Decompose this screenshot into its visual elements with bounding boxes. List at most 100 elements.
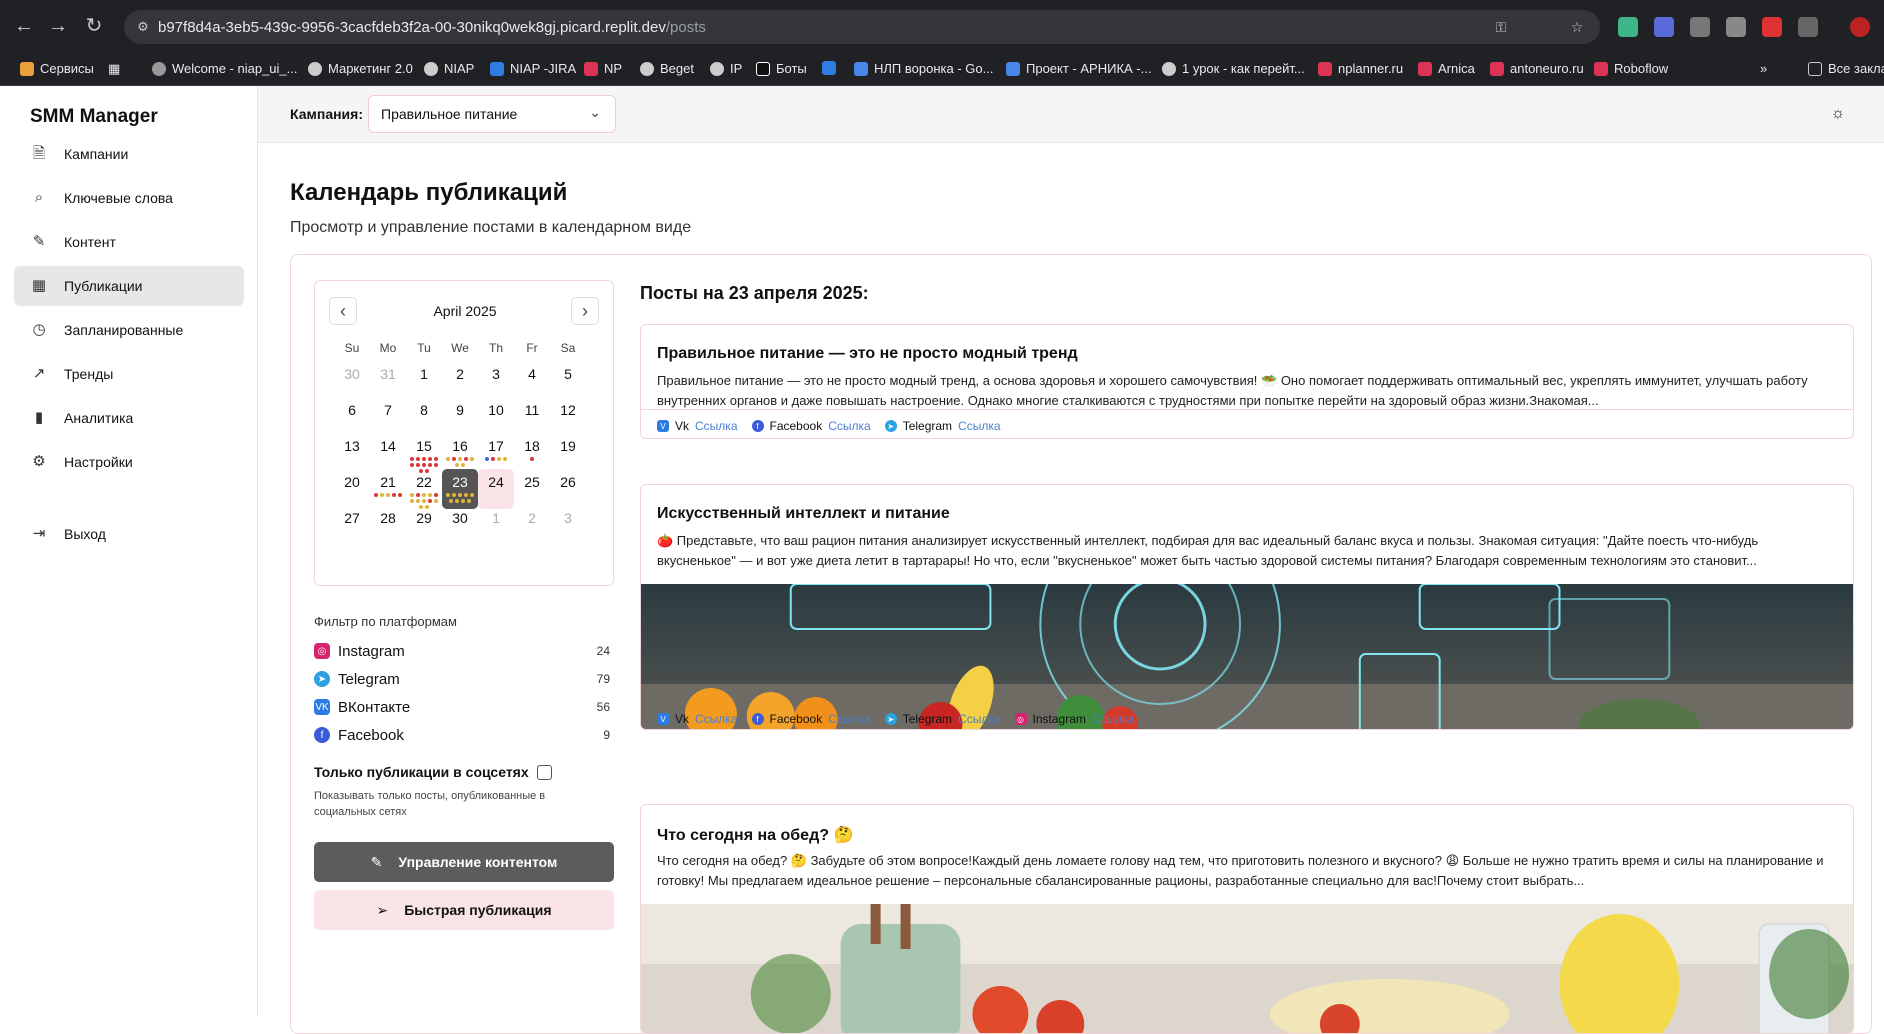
- post-link[interactable]: Ссылка: [695, 419, 737, 433]
- calendar-day[interactable]: 17: [478, 433, 514, 473]
- post-link[interactable]: Ссылка: [1092, 712, 1134, 726]
- sidebar-item-trends[interactable]: ↗ Тренды: [14, 354, 244, 394]
- bookmark[interactable]: NIAP: [424, 61, 474, 76]
- sidebar-item-settings[interactable]: ⚙ Настройки: [14, 442, 244, 482]
- bookmark[interactable]: 1 урок - как перейт...: [1162, 61, 1305, 76]
- bookmark[interactable]: NP: [584, 61, 622, 76]
- theme-toggle-icon[interactable]: ☼: [1828, 104, 1848, 124]
- calendar-day[interactable]: 9: [442, 397, 478, 437]
- extension-icon[interactable]: [1618, 17, 1638, 37]
- filter-facebook[interactable]: f Facebook 9: [314, 724, 610, 746]
- filter-instagram[interactable]: ◎ Instagram 24: [314, 640, 610, 662]
- apps-icon[interactable]: ▦: [108, 61, 120, 77]
- calendar-day[interactable]: 30: [334, 361, 370, 401]
- sidebar-item-analytics[interactable]: ▮ Аналитика: [14, 398, 244, 438]
- bookmark[interactable]: Маркетинг 2.0: [308, 61, 413, 76]
- bookmark[interactable]: Beget: [640, 61, 694, 76]
- calendar-day[interactable]: 10: [478, 397, 514, 437]
- extension-icon[interactable]: [1654, 17, 1674, 37]
- calendar-day[interactable]: 16: [442, 433, 478, 473]
- address-bar[interactable]: ⚙ b97f8d4a-3eb5-439c-9956-3cacfdeb3f2a-0…: [124, 10, 1600, 44]
- bookmark[interactable]: Боты: [756, 61, 807, 76]
- bookmark[interactable]: [822, 61, 836, 75]
- url-text[interactable]: b97f8d4a-3eb5-439c-9956-3cacfdeb3f2a-00-…: [158, 19, 706, 36]
- reload-icon[interactable]: ↻: [82, 14, 106, 38]
- calendar-day[interactable]: 28: [370, 505, 406, 545]
- post-card[interactable]: Искусственный интеллект и питание 🍅 Пред…: [640, 484, 1854, 730]
- post-link[interactable]: Ссылка: [828, 712, 870, 726]
- quick-publish-button[interactable]: ➢ Быстрая публикация: [314, 890, 614, 930]
- calendar-day[interactable]: 14: [370, 433, 406, 473]
- avatar[interactable]: [1850, 17, 1870, 37]
- calendar-day[interactable]: 3: [550, 505, 586, 545]
- calendar-day[interactable]: 22: [406, 469, 442, 509]
- post-link[interactable]: Ссылка: [958, 712, 1000, 726]
- next-month-button[interactable]: ›: [571, 297, 599, 325]
- bookmark[interactable]: IP: [710, 61, 742, 76]
- manage-content-button[interactable]: ✎ Управление контентом: [314, 842, 614, 882]
- calendar-day[interactable]: 11: [514, 397, 550, 437]
- sidebar-item-content[interactable]: ✎ Контент: [14, 222, 244, 262]
- calendar-day[interactable]: 2: [514, 505, 550, 545]
- chevron-right-icon[interactable]: »: [1760, 61, 1767, 76]
- bookmark[interactable]: НЛП воронка - Go...: [854, 61, 993, 76]
- sidebar-item-publications[interactable]: ▦ Публикации: [14, 266, 244, 306]
- calendar-day[interactable]: 3: [478, 361, 514, 401]
- bookmark[interactable]: Сервисы: [20, 61, 94, 76]
- bookmark[interactable]: Проект - АРНИКА -...: [1006, 61, 1151, 76]
- calendar-day[interactable]: 27: [334, 505, 370, 545]
- post-card[interactable]: Что сегодня на обед? 🤔 Что сегодня на об…: [640, 804, 1854, 1034]
- calendar-day[interactable]: 4: [514, 361, 550, 401]
- calendar-day[interactable]: 6: [334, 397, 370, 437]
- campaign-select[interactable]: Правильное питание ⌄: [368, 95, 616, 133]
- extension-icon[interactable]: [1726, 17, 1746, 37]
- calendar-day[interactable]: 24: [478, 469, 514, 509]
- calendar-day[interactable]: 2: [442, 361, 478, 401]
- forward-icon[interactable]: →: [46, 14, 70, 38]
- calendar-day[interactable]: 25: [514, 469, 550, 509]
- calendar-day[interactable]: 12: [550, 397, 586, 437]
- star-icon[interactable]: ☆: [1568, 18, 1586, 36]
- bookmark[interactable]: Arnica: [1418, 61, 1475, 76]
- bookmark[interactable]: Welcome - niap_ui_...: [152, 61, 298, 76]
- camera-icon[interactable]: [1690, 17, 1710, 37]
- post-link[interactable]: Ссылка: [958, 419, 1000, 433]
- calendar-day[interactable]: 20: [334, 469, 370, 509]
- only-published-checkbox[interactable]: [536, 764, 552, 780]
- sidebar-item-scheduled[interactable]: ◷ Запланированные: [14, 310, 244, 350]
- calendar-day[interactable]: 21: [370, 469, 406, 509]
- post-card[interactable]: Правильное питание — это не просто модны…: [640, 324, 1854, 439]
- filter-telegram[interactable]: ➤ Telegram 79: [314, 668, 610, 690]
- calendar-day[interactable]: 1: [478, 505, 514, 545]
- bookmark[interactable]: antoneuro.ru: [1490, 61, 1584, 76]
- puzzle-icon[interactable]: [1798, 17, 1818, 37]
- post-link[interactable]: Ссылка: [695, 712, 737, 726]
- key-icon[interactable]: ⚿: [1492, 18, 1510, 36]
- calendar-day[interactable]: 31: [370, 361, 406, 401]
- calendar-day[interactable]: 5: [550, 361, 586, 401]
- calendar-day[interactable]: 19: [550, 433, 586, 473]
- site-info-icon[interactable]: ⚙: [134, 18, 152, 36]
- sidebar-item-campaigns[interactable]: 🗎 Кампании: [14, 134, 244, 174]
- logout-button[interactable]: ⇥ Выход: [14, 514, 244, 554]
- only-published-toggle[interactable]: Только публикации в соцсетях: [314, 764, 552, 780]
- bookmark[interactable]: Roboflow: [1594, 61, 1668, 76]
- calendar-day[interactable]: 7: [370, 397, 406, 437]
- calendar-day[interactable]: 18: [514, 433, 550, 473]
- calendar-day[interactable]: 26: [550, 469, 586, 509]
- bookmark[interactable]: nplanner.ru: [1318, 61, 1403, 76]
- calendar-day[interactable]: 1: [406, 361, 442, 401]
- post-link[interactable]: Ссылка: [828, 419, 870, 433]
- bookmark[interactable]: NIAP -JIRA: [490, 61, 576, 76]
- calendar-day[interactable]: 13: [334, 433, 370, 473]
- filter-vk[interactable]: VK ВКонтакте 56: [314, 696, 610, 718]
- calendar-day[interactable]: 8: [406, 397, 442, 437]
- calendar-day[interactable]: 23: [442, 469, 478, 509]
- calendar-day[interactable]: 15: [406, 433, 442, 473]
- extension-icon[interactable]: [1762, 17, 1782, 37]
- back-icon[interactable]: ←: [12, 14, 36, 38]
- sidebar-item-keywords[interactable]: ⌕ Ключевые слова: [14, 178, 244, 218]
- calendar-day[interactable]: 29: [406, 505, 442, 545]
- calendar-day[interactable]: 30: [442, 505, 478, 545]
- bookmark-folder[interactable]: Все закладки: [1808, 61, 1884, 76]
